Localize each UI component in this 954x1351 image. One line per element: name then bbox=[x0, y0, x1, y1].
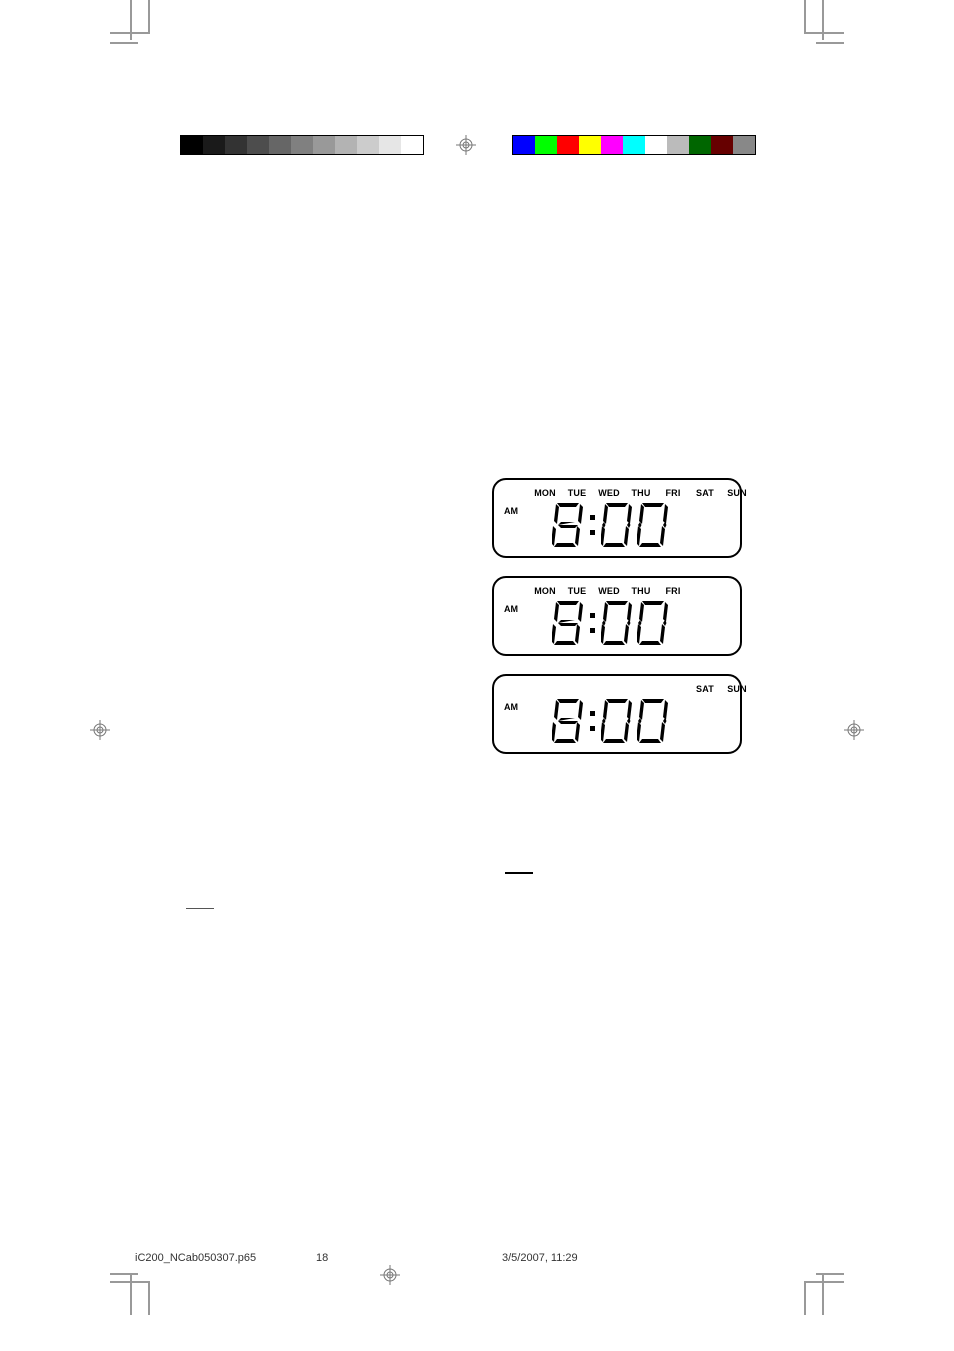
footer-timestamp: 3/5/2007, 11:29 bbox=[502, 1252, 578, 1264]
time-digits bbox=[552, 696, 669, 746]
day-mon: MON bbox=[534, 488, 556, 500]
crop-mark bbox=[148, 0, 150, 32]
am-indicator: AM bbox=[504, 500, 528, 516]
lcd-display-group: MON TUE WED THU FRI SAT SUN AM MON TUE W… bbox=[492, 478, 742, 754]
digit-hour bbox=[552, 500, 584, 550]
digit-min2 bbox=[637, 696, 669, 746]
lcd-display-weekend: MON TUE WED THU FRI SAT SUN AM bbox=[492, 674, 742, 754]
colon-icon bbox=[588, 515, 597, 535]
registration-mark-icon bbox=[844, 720, 864, 740]
colon-icon bbox=[588, 613, 597, 633]
crop-mark bbox=[816, 1273, 844, 1275]
day-mon: MON bbox=[534, 586, 556, 598]
grayscale-calibration-bar bbox=[180, 135, 424, 155]
crop-mark bbox=[110, 1281, 150, 1283]
footer-page-number: 18 bbox=[316, 1252, 328, 1264]
crop-mark bbox=[822, 0, 824, 40]
crop-mark bbox=[110, 42, 138, 44]
digit-min1 bbox=[601, 598, 633, 648]
crop-mark bbox=[130, 0, 132, 40]
divider bbox=[186, 908, 214, 909]
day-indicator-row: MON TUE WED THU FRI SAT SUN bbox=[504, 586, 730, 598]
day-tue: TUE bbox=[566, 488, 588, 500]
footer-filename: iC200_NCab050307.p65 bbox=[135, 1252, 256, 1264]
crop-mark bbox=[110, 1273, 138, 1275]
color-calibration-bar bbox=[512, 135, 756, 155]
digit-min2 bbox=[637, 598, 669, 648]
lcd-display-weekdays: MON TUE WED THU FRI SAT SUN AM bbox=[492, 576, 742, 656]
day-fri: FRI bbox=[662, 488, 684, 500]
registration-mark-icon bbox=[380, 1265, 400, 1285]
crop-mark bbox=[148, 1283, 150, 1315]
colon-icon bbox=[588, 711, 597, 731]
crop-mark bbox=[804, 1281, 844, 1283]
digit-hour bbox=[552, 696, 584, 746]
day-wed: WED bbox=[598, 586, 620, 598]
am-indicator: AM bbox=[504, 598, 528, 614]
lcd-display-all-days: MON TUE WED THU FRI SAT SUN AM bbox=[492, 478, 742, 558]
day-sat: SAT bbox=[694, 488, 716, 500]
digit-min1 bbox=[601, 500, 633, 550]
time-digits bbox=[552, 500, 669, 550]
crop-mark bbox=[816, 42, 844, 44]
digit-min1 bbox=[601, 696, 633, 746]
day-indicator-row: MON TUE WED THU FRI SAT SUN bbox=[504, 684, 730, 696]
day-thu: THU bbox=[630, 586, 652, 598]
day-tue: TUE bbox=[566, 586, 588, 598]
registration-mark-icon bbox=[90, 720, 110, 740]
divider bbox=[505, 872, 533, 874]
day-wed: WED bbox=[598, 488, 620, 500]
time-digits bbox=[552, 598, 669, 648]
crop-mark bbox=[804, 0, 806, 32]
crop-mark bbox=[804, 32, 844, 34]
day-indicator-row: MON TUE WED THU FRI SAT SUN bbox=[504, 488, 730, 500]
digit-hour bbox=[552, 598, 584, 648]
day-fri: FRI bbox=[662, 586, 684, 598]
registration-mark-icon bbox=[456, 135, 476, 155]
digit-min2 bbox=[637, 500, 669, 550]
day-sat: SAT bbox=[694, 684, 716, 696]
day-sun: SUN bbox=[726, 488, 748, 500]
am-indicator: AM bbox=[504, 696, 528, 712]
crop-mark bbox=[804, 1283, 806, 1315]
day-sun: SUN bbox=[726, 684, 748, 696]
day-thu: THU bbox=[630, 488, 652, 500]
crop-mark bbox=[110, 32, 150, 34]
